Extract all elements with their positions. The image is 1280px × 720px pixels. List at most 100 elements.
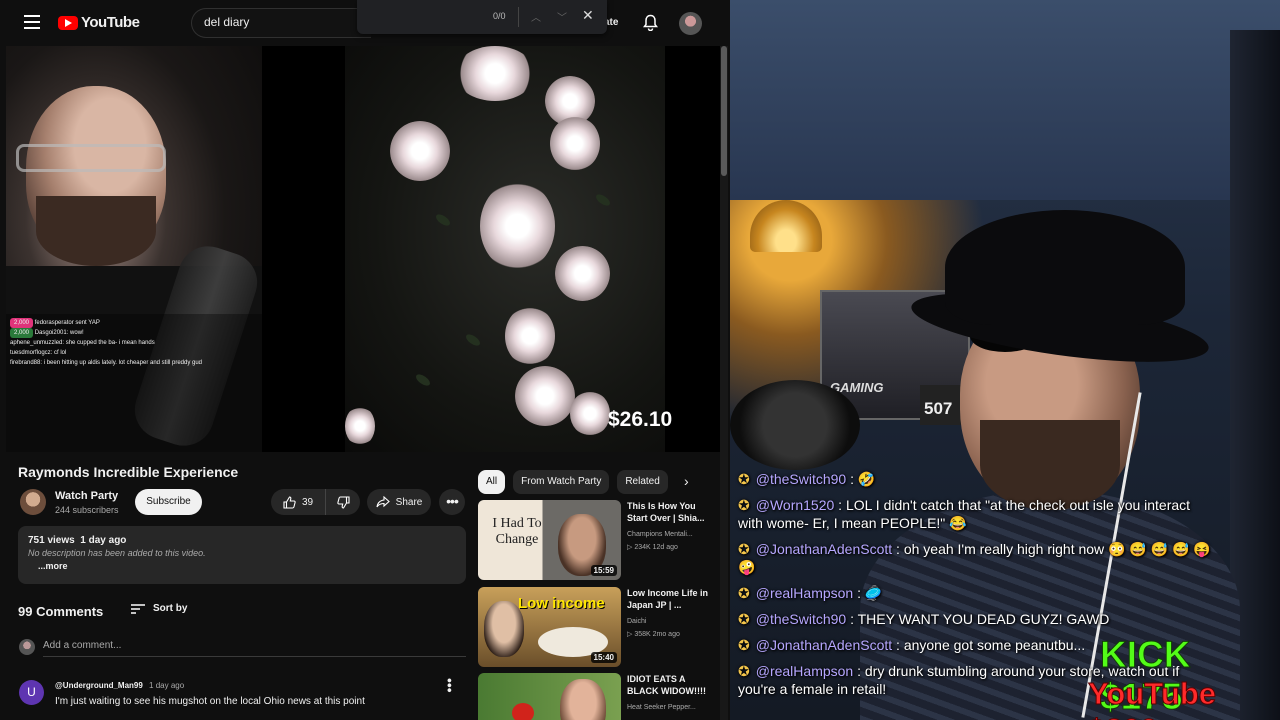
channel-name[interactable]: Watch Party [55, 490, 118, 502]
youtube-window: YouTube del diary ate 0/0 ︿ ﹀ ✕ 2,000 fe… [0, 0, 730, 720]
find-previous-icon[interactable]: ︿ [531, 9, 541, 24]
blossom [550, 116, 600, 171]
chat-badge-icon: ✪ [738, 637, 750, 653]
add-comment-input[interactable]: Add a comment... [43, 640, 466, 657]
search-input[interactable]: del diary [191, 8, 371, 38]
share-button[interactable]: Share [367, 489, 431, 515]
stream-chat-message: ✪ @Worn1520 : LOL I didn't catch that "at… [738, 496, 1218, 532]
overlay-chat-message: firebrand88: i been hitting up aldis lat… [10, 358, 258, 368]
flower-video [345, 46, 665, 452]
chat-text: : 🥏 [853, 585, 883, 601]
youtube-donation-total: YouTube $266 [1088, 676, 1217, 720]
overlay-chat-text: Dasgoi2001: wow! [34, 330, 84, 336]
chips-next-icon[interactable]: › [684, 473, 689, 489]
comment-avatar[interactable]: U [19, 680, 44, 705]
account-avatar[interactable] [679, 12, 702, 35]
subscribe-button[interactable]: Subscribe [135, 489, 202, 515]
more-actions-icon[interactable]: ••• [439, 489, 465, 515]
chat-text: : 🤣 [846, 471, 876, 487]
chip-all[interactable]: All [478, 470, 506, 494]
related-channel: Daichi [627, 618, 647, 625]
overlay-chat-message: 2,000 Dasgoi2001: wow! [10, 328, 258, 338]
chat-username: @theSwitch90 [755, 611, 847, 627]
leaf [464, 332, 482, 348]
thumbnail-caption: Low income [518, 595, 605, 612]
chat-username: @realHampson [755, 663, 854, 679]
related-video[interactable]: Low income 15:40 Low Income Life in Japa… [478, 587, 710, 669]
view-stats: 751 views 1 day ago [28, 535, 456, 546]
chat-badge-icon: ✪ [738, 663, 750, 679]
description-box[interactable]: 751 views 1 day ago No description has b… [18, 526, 466, 584]
stream-chat-message: ✪ @JonathanAdenScott : oh yeah I'm really… [738, 540, 1218, 576]
video-title: Raymonds Incredible Experience [18, 464, 239, 480]
chip-from-watch-party[interactable]: From Watch Party [513, 470, 610, 494]
logo-text: YouTube [81, 14, 140, 31]
chat-username: @realHampson [755, 585, 854, 601]
related-channel: Heat Seeker Pepper... [627, 704, 696, 711]
blossom [570, 391, 610, 436]
blossom [345, 406, 375, 446]
blossom [480, 181, 555, 271]
notifications-bell-icon[interactable] [643, 14, 658, 31]
stream-chat-message: ✪ @theSwitch90 : 🤣 [738, 470, 1218, 488]
thumbnail-caption: I Had To Change [492, 516, 542, 547]
channel-avatar[interactable] [20, 489, 46, 515]
comment-author[interactable]: @Underground_Man99 [55, 681, 143, 690]
related-title[interactable]: Low Income Life in Japan JP | ... [627, 587, 711, 611]
sort-by-button[interactable]: Sort by [131, 603, 187, 614]
description-more-link[interactable]: ...more [38, 561, 456, 571]
my-avatar [19, 639, 35, 655]
fedora-hat [945, 210, 1185, 325]
like-count: 39 [301, 496, 314, 508]
find-close-icon[interactable]: ✕ [582, 7, 594, 24]
host-microphone [730, 380, 860, 470]
description-text: No description has been added to this vi… [28, 548, 206, 558]
related-video[interactable]: I Had To Change 15:59 This Is How You St… [478, 500, 710, 582]
related-video[interactable]: IDIOT EATS A BLACK WIDOW!!!! Heat Seeker… [478, 673, 710, 720]
chat-badge-icon: ✪ [738, 471, 750, 487]
related-thumbnail[interactable]: Low income 15:40 [478, 587, 621, 667]
find-match-count: 0/0 [493, 11, 506, 21]
related-thumbnail[interactable] [478, 673, 621, 720]
leaf [594, 192, 612, 208]
related-stats: ▷ 234K 12d ago [627, 544, 678, 551]
chip-related[interactable]: Related [617, 470, 668, 494]
thumbnail-pepper [512, 703, 534, 720]
lamp [750, 200, 822, 252]
related-thumbnail[interactable]: I Had To Change 15:59 [478, 500, 621, 580]
find-next-icon[interactable]: ﹀ [557, 9, 567, 24]
comments-count: 99 Comments [18, 604, 104, 619]
chat-text: : THEY WANT YOU DEAD GUYZ! GAWD [846, 611, 1110, 627]
thumbnail-person [484, 601, 524, 657]
view-count: 751 views [28, 535, 75, 546]
dislike-button[interactable] [327, 489, 360, 515]
overlay-chat-text: aphene_unmuzzled: she cupped the ba- i m… [10, 340, 155, 346]
upload-age: 1 day ago [80, 535, 127, 546]
like-dislike-group: 39 [271, 489, 360, 515]
blossom [390, 121, 450, 181]
youtube-play-icon [58, 15, 78, 30]
chat-username: @Worn1520 [755, 497, 835, 513]
thumbs-down-icon [337, 495, 350, 509]
blossom [555, 246, 610, 301]
screen: YouTube del diary ate 0/0 ︿ ﹀ ✕ 2,000 fe… [0, 0, 1280, 720]
overlay-chat-badge: 2,000 [10, 318, 34, 328]
share-arrow-icon [376, 496, 390, 508]
related-title[interactable]: IDIOT EATS A BLACK WIDOW!!!! [627, 673, 711, 697]
video-duration: 15:59 [590, 565, 617, 576]
page-scrollbar[interactable] [720, 46, 728, 720]
like-button[interactable]: 39 [271, 489, 326, 515]
scrollbar-thumb[interactable] [721, 46, 727, 176]
video-player[interactable]: 2,000 fedorasperator sent YAP 2,000 Dasgo… [6, 46, 720, 452]
chat-badge-icon: ✪ [738, 585, 750, 601]
overlay-chat-text: fedorasperator sent YAP [34, 320, 100, 326]
overlay-chat-message: aphene_unmuzzled: she cupped the ba- i m… [10, 338, 258, 348]
related-title[interactable]: This Is How You Start Over | Shia... [627, 500, 711, 524]
thumbs-up-icon [283, 495, 296, 509]
chat-username: @theSwitch90 [755, 471, 847, 487]
youtube-logo[interactable]: YouTube [58, 14, 140, 31]
ceiling [730, 0, 1280, 200]
hamburger-menu-icon[interactable] [24, 15, 40, 29]
comment-menu-icon[interactable]: ••• [442, 678, 458, 693]
price-overlay: $26.10 [608, 408, 673, 431]
